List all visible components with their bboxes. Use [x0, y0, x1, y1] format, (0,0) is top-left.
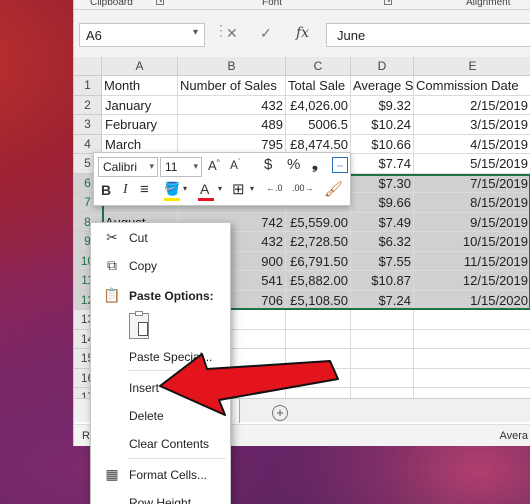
arrow-shape	[159, 353, 339, 416]
annotation-arrow	[159, 353, 339, 416]
